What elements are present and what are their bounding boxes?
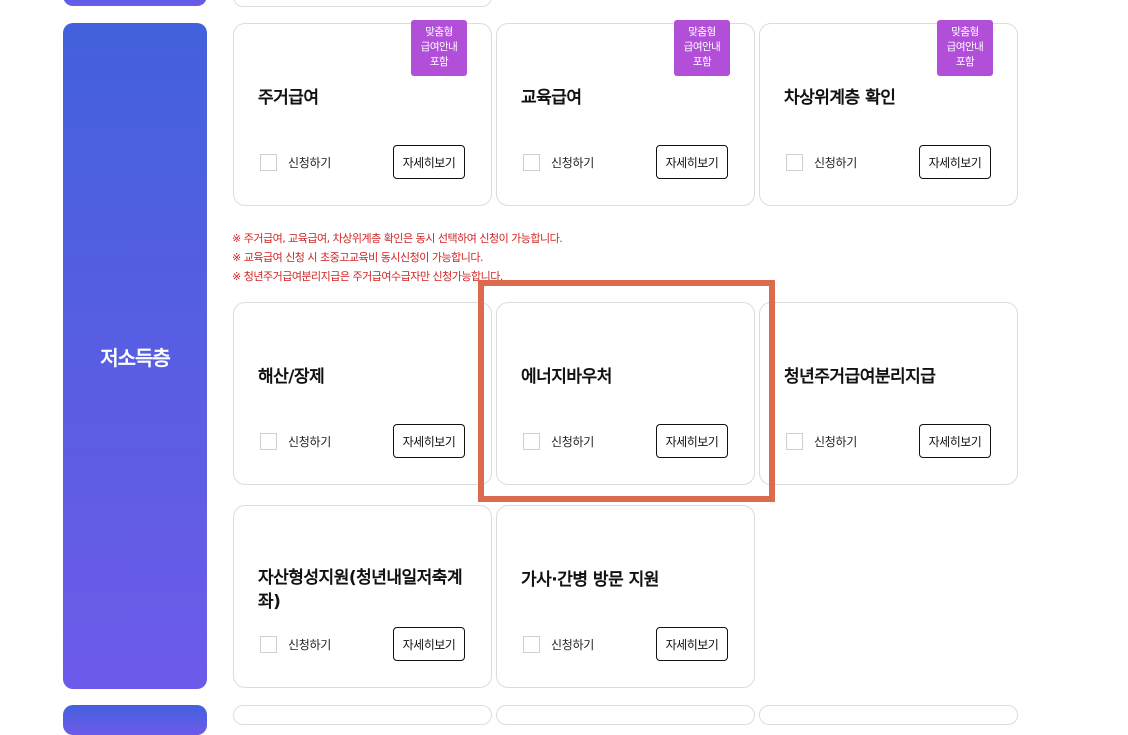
apply-label: 신청하기	[814, 156, 857, 170]
apply-label: 신청하기	[551, 638, 594, 652]
category-label: 저소득층	[100, 345, 171, 370]
badge-line: 포함	[955, 56, 975, 68]
notice-item: ※ 교육급여 신청 시 초중고교육비 동시신청이 가능합니다.	[232, 251, 483, 264]
card-next-stub	[233, 705, 492, 725]
apply-checkbox-row[interactable]: 신청하기	[260, 154, 331, 171]
badge-line: 포함	[692, 56, 712, 68]
card-title: 에너지바우처	[521, 367, 612, 387]
card-title: 가사·간병 방문 지원	[521, 570, 659, 590]
card-title: 청년주거급여분리지급	[784, 367, 936, 387]
notice-item: ※ 주거급여, 교육급여, 차상위계층 확인은 동시 선택하여 신청이 가능합니…	[232, 232, 563, 245]
custom-benefit-badge: 맞춤형 급여안내 포함	[411, 20, 467, 76]
custom-benefit-badge: 맞춤형 급여안내 포함	[674, 20, 730, 76]
badge-line: 맞춤형	[951, 26, 979, 38]
category-block-previous	[63, 0, 207, 6]
apply-checkbox[interactable]	[523, 636, 540, 653]
service-card-housing-benefit: 맞춤형 급여안내 포함 주거급여 신청하기 자세히보기	[233, 20, 492, 206]
card-title: 해산/장제	[258, 367, 325, 387]
apply-checkbox[interactable]	[260, 636, 277, 653]
card-title: 차상위계층 확인	[784, 88, 896, 108]
card-title: 자산형성지원(청년내일저축계좌)	[258, 568, 463, 612]
notice-item: ※ 청년주거급여분리지급은 주거급여수급자만 신청가능합니다.	[232, 270, 503, 283]
apply-checkbox-row[interactable]: 신청하기	[523, 433, 594, 450]
apply-label: 신청하기	[288, 638, 331, 652]
apply-checkbox-row[interactable]: 신청하기	[523, 636, 594, 653]
custom-benefit-badge: 맞춤형 급여안내 포함	[937, 20, 993, 76]
apply-checkbox[interactable]	[523, 154, 540, 171]
apply-label: 신청하기	[551, 435, 594, 449]
card-previous-stub	[233, 0, 492, 7]
badge-line: 급여안내	[420, 41, 458, 53]
service-card-energy-voucher: 에너지바우처 신청하기 자세히보기	[496, 302, 755, 485]
service-card-education-benefit: 맞춤형 급여안내 포함 교육급여 신청하기 자세히보기	[496, 20, 755, 206]
badge-line: 포함	[429, 56, 449, 68]
badge-line: 급여안내	[946, 41, 984, 53]
service-card-childbirth-funeral: 해산/장제 신청하기 자세히보기	[233, 302, 492, 485]
view-details-button[interactable]: 자세히보기	[656, 145, 728, 179]
apply-label: 신청하기	[814, 435, 857, 449]
badge-line: 맞춤형	[425, 26, 453, 38]
view-details-button[interactable]: 자세히보기	[656, 424, 728, 458]
view-details-button[interactable]: 자세히보기	[919, 145, 991, 179]
apply-checkbox-row[interactable]: 신청하기	[523, 154, 594, 171]
badge-line: 맞춤형	[688, 26, 716, 38]
apply-checkbox-row[interactable]: 신청하기	[786, 154, 857, 171]
apply-label: 신청하기	[288, 435, 331, 449]
apply-checkbox-row[interactable]: 신청하기	[260, 433, 331, 450]
view-details-button[interactable]: 자세히보기	[919, 424, 991, 458]
apply-label: 신청하기	[288, 156, 331, 170]
card-title: 주거급여	[258, 88, 319, 108]
service-card-youth-housing-split: 청년주거급여분리지급 신청하기 자세히보기	[759, 302, 1018, 485]
service-card-near-poverty-check: 맞춤형 급여안내 포함 차상위계층 확인 신청하기 자세히보기	[759, 20, 1018, 206]
apply-checkbox[interactable]	[260, 154, 277, 171]
category-block-next	[63, 705, 207, 735]
card-next-stub	[496, 705, 755, 725]
apply-label: 신청하기	[551, 156, 594, 170]
view-details-button[interactable]: 자세히보기	[393, 627, 465, 661]
view-details-button[interactable]: 자세히보기	[656, 627, 728, 661]
card-title: 교육급여	[521, 88, 582, 108]
apply-checkbox[interactable]	[786, 433, 803, 450]
apply-checkbox-row[interactable]: 신청하기	[786, 433, 857, 450]
service-card-asset-building: 자산형성지원(청년내일저축계좌) 신청하기 자세히보기	[233, 505, 492, 688]
apply-checkbox[interactable]	[786, 154, 803, 171]
badge-line: 급여안내	[683, 41, 721, 53]
view-details-button[interactable]: 자세히보기	[393, 145, 465, 179]
notice-list: ※ 주거급여, 교육급여, 차상위계층 확인은 동시 선택하여 신청이 가능합니…	[232, 229, 563, 286]
apply-checkbox[interactable]	[523, 433, 540, 450]
apply-checkbox-row[interactable]: 신청하기	[260, 636, 331, 653]
service-card-home-care-visit: 가사·간병 방문 지원 신청하기 자세히보기	[496, 505, 755, 688]
category-block-low-income: 저소득층	[63, 23, 207, 689]
card-next-stub	[759, 705, 1018, 725]
apply-checkbox[interactable]	[260, 433, 277, 450]
view-details-button[interactable]: 자세히보기	[393, 424, 465, 458]
